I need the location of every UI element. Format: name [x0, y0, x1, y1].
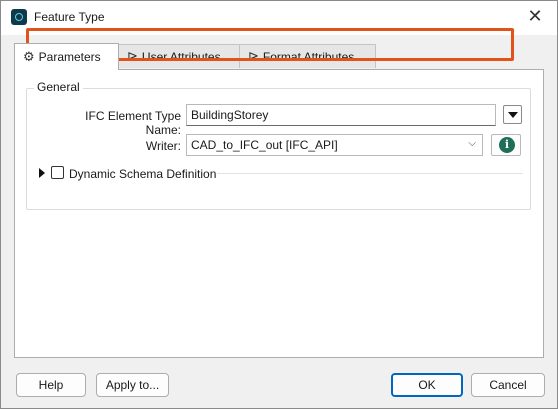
window-title: Feature Type — [34, 10, 105, 24]
apply-to-button[interactable]: Apply to... — [96, 373, 169, 397]
expand-triangle-icon[interactable] — [39, 168, 45, 178]
dynamic-schema-label: Dynamic Schema Definition — [69, 167, 217, 181]
writer-value: CAD_to_IFC_out [IFC_API] — [191, 138, 338, 152]
dynamic-schema-checkbox[interactable] — [51, 166, 64, 179]
general-group-label: General — [34, 80, 83, 94]
cancel-button[interactable]: Cancel — [471, 373, 545, 397]
tab-parameters-label: Parameters — [38, 50, 101, 64]
ok-button[interactable]: OK — [391, 373, 463, 397]
element-type-label: IFC Element Type Name: — [85, 109, 181, 137]
chevron-down-icon: ⌵ — [468, 138, 476, 149]
close-icon[interactable]: ✕ — [523, 5, 547, 29]
gear-icon: ⚙ — [23, 49, 35, 65]
info-icon: i — [499, 137, 515, 153]
element-type-input[interactable] — [186, 104, 496, 126]
element-type-dropdown-button[interactable] — [503, 105, 522, 124]
help-button[interactable]: Help — [16, 373, 86, 397]
tab-parameters[interactable]: ⚙ Parameters — [14, 43, 119, 70]
feature-type-dialog: Feature Type ✕ ⚙ Parameters ⊳ User Attri… — [0, 0, 558, 409]
writer-info-button[interactable]: i — [491, 134, 521, 156]
writer-label: Writer: — [145, 139, 181, 153]
app-icon — [11, 9, 27, 25]
section-divider — [217, 173, 523, 174]
triangle-down-icon — [508, 112, 518, 118]
writer-select[interactable]: CAD_to_IFC_out [IFC_API] ⌵ — [186, 134, 483, 156]
